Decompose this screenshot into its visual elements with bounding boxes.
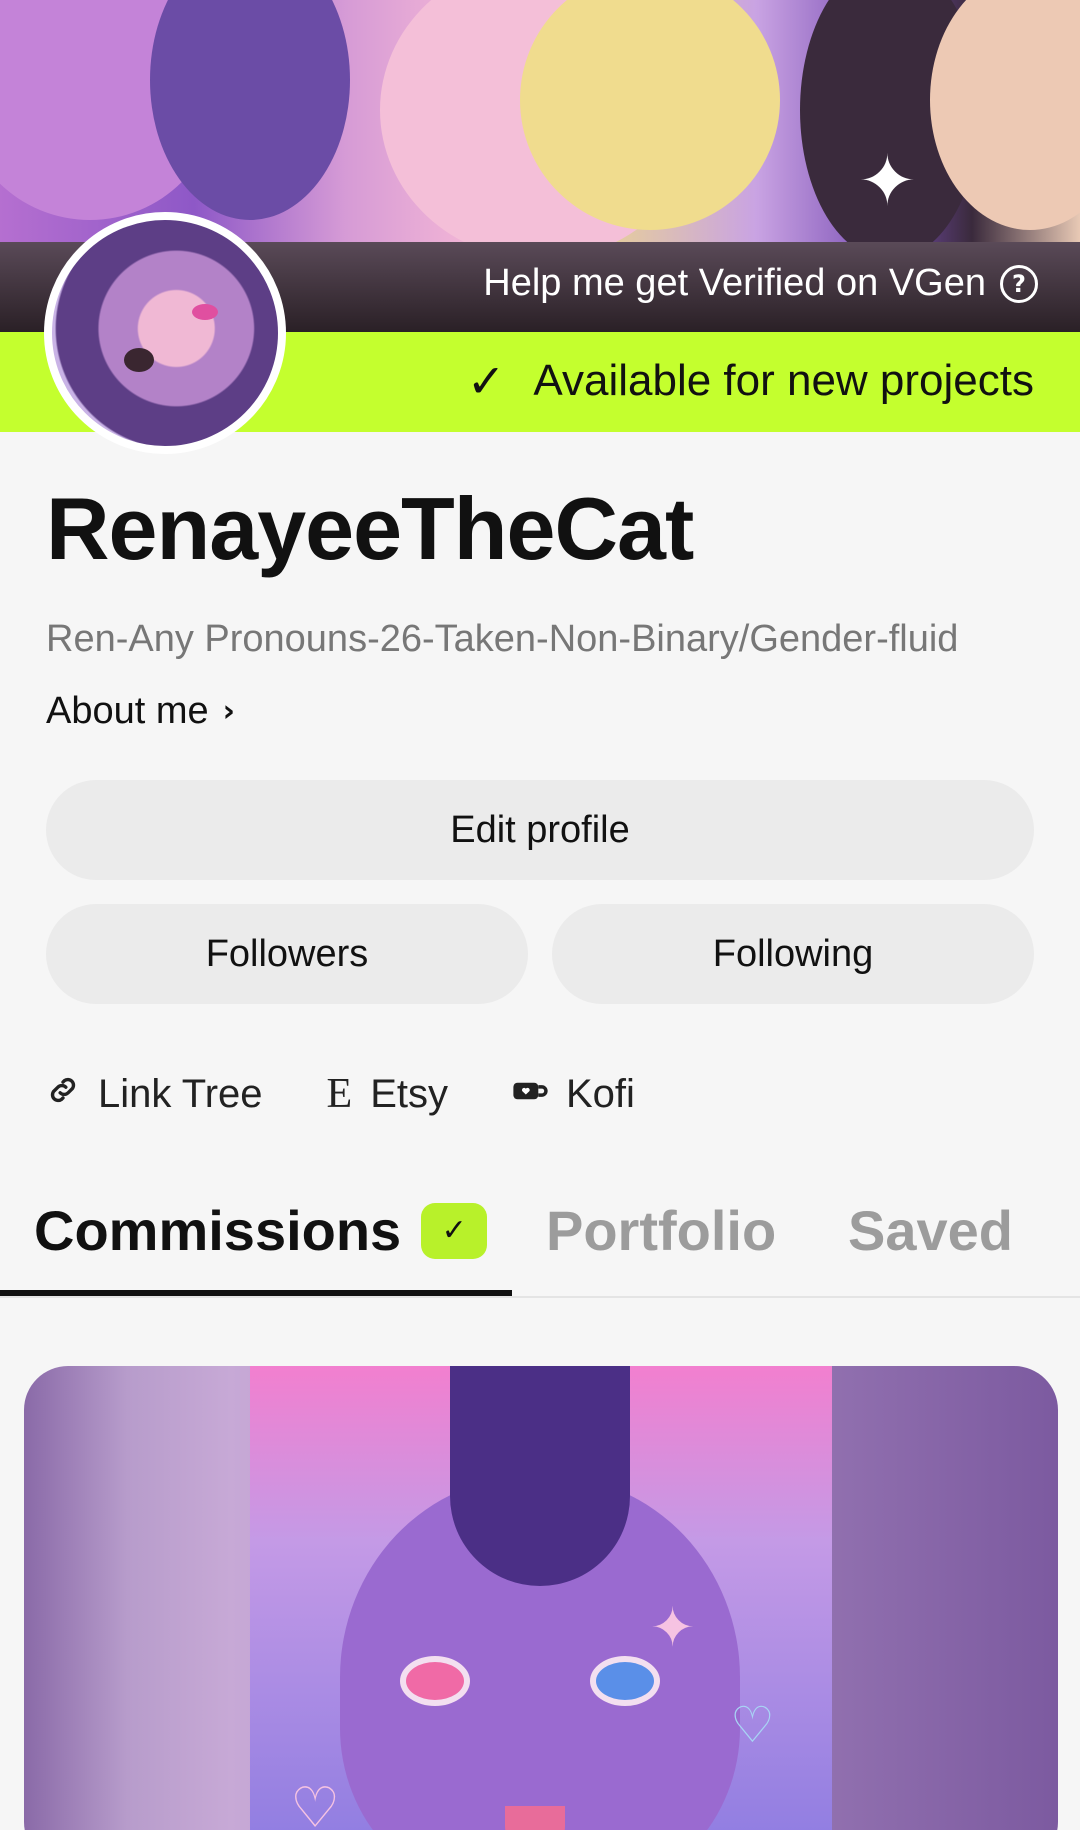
commission-card-image[interactable]: ✦ ♡ ♡	[250, 1366, 832, 1830]
card-art-mouth	[505, 1806, 565, 1830]
banner-art-hair	[150, 0, 350, 220]
tab-commissions[interactable]: Commissions ✓	[34, 1198, 488, 1263]
heart-icon: ♡	[290, 1776, 341, 1830]
verified-cta[interactable]: Help me get Verified on VGen ?	[483, 262, 1038, 305]
heart-icon: ♡	[730, 1696, 775, 1754]
tab-commissions-label[interactable]: Commissions	[34, 1198, 401, 1263]
verified-label[interactable]: Help me get Verified on VGen	[483, 262, 986, 305]
availability-status: ✓ Available for new projects	[467, 354, 1034, 408]
profile-banner-image: ✦	[0, 0, 1080, 242]
help-circle-icon[interactable]: ?	[1000, 264, 1038, 303]
card-art-stripe	[450, 1366, 630, 1586]
etsy-icon[interactable]: E	[327, 1070, 353, 1118]
check-badge-icon: ✓	[421, 1202, 488, 1259]
kofi-link[interactable]: Kofi	[512, 1070, 635, 1118]
kofi-label[interactable]: Kofi	[566, 1072, 635, 1117]
avatar[interactable]	[44, 212, 286, 454]
tab-portfolio[interactable]: Portfolio	[546, 1198, 776, 1263]
card-art-right-eye	[590, 1656, 660, 1706]
sparkle-icon: ✦	[650, 1596, 696, 1659]
chevron-right-icon[interactable]: ›	[223, 694, 235, 729]
sparkle-icon: ✦	[858, 140, 917, 222]
following-button[interactable]: Following	[552, 904, 1034, 1004]
etsy-link[interactable]: E Etsy	[327, 1070, 448, 1118]
kofi-cup-icon[interactable]	[512, 1074, 548, 1114]
card-art-left-eye	[400, 1656, 470, 1706]
tab-saved[interactable]: Saved	[848, 1198, 1013, 1263]
profile-bio: Ren-Any Pronouns-26-Taken-Non-Binary/Gen…	[46, 618, 959, 660]
social-links: Link Tree E Etsy Kofi	[46, 1070, 635, 1118]
about-me-label[interactable]: About me	[46, 690, 209, 733]
edit-profile-button[interactable]: Edit profile	[46, 780, 1034, 880]
avatar-art-nose	[124, 348, 154, 372]
link-icon[interactable]	[46, 1073, 80, 1116]
avatar-art-eye	[192, 304, 218, 320]
commission-card[interactable]: ✦ ♡ ♡	[24, 1366, 1058, 1830]
active-tab-indicator	[0, 1290, 512, 1296]
etsy-label[interactable]: Etsy	[370, 1072, 448, 1117]
link-tree-link[interactable]: Link Tree	[46, 1070, 263, 1118]
profile-tabs: Commissions ✓ Portfolio Saved	[0, 1190, 1080, 1298]
profile-username: RenayeeTheCat	[46, 479, 694, 578]
check-icon: ✓	[466, 354, 506, 408]
availability-label: Available for new projects	[533, 356, 1034, 405]
followers-button[interactable]: Followers	[46, 904, 528, 1004]
link-tree-label[interactable]: Link Tree	[98, 1072, 263, 1117]
about-me-link[interactable]: About me ›	[46, 690, 235, 733]
